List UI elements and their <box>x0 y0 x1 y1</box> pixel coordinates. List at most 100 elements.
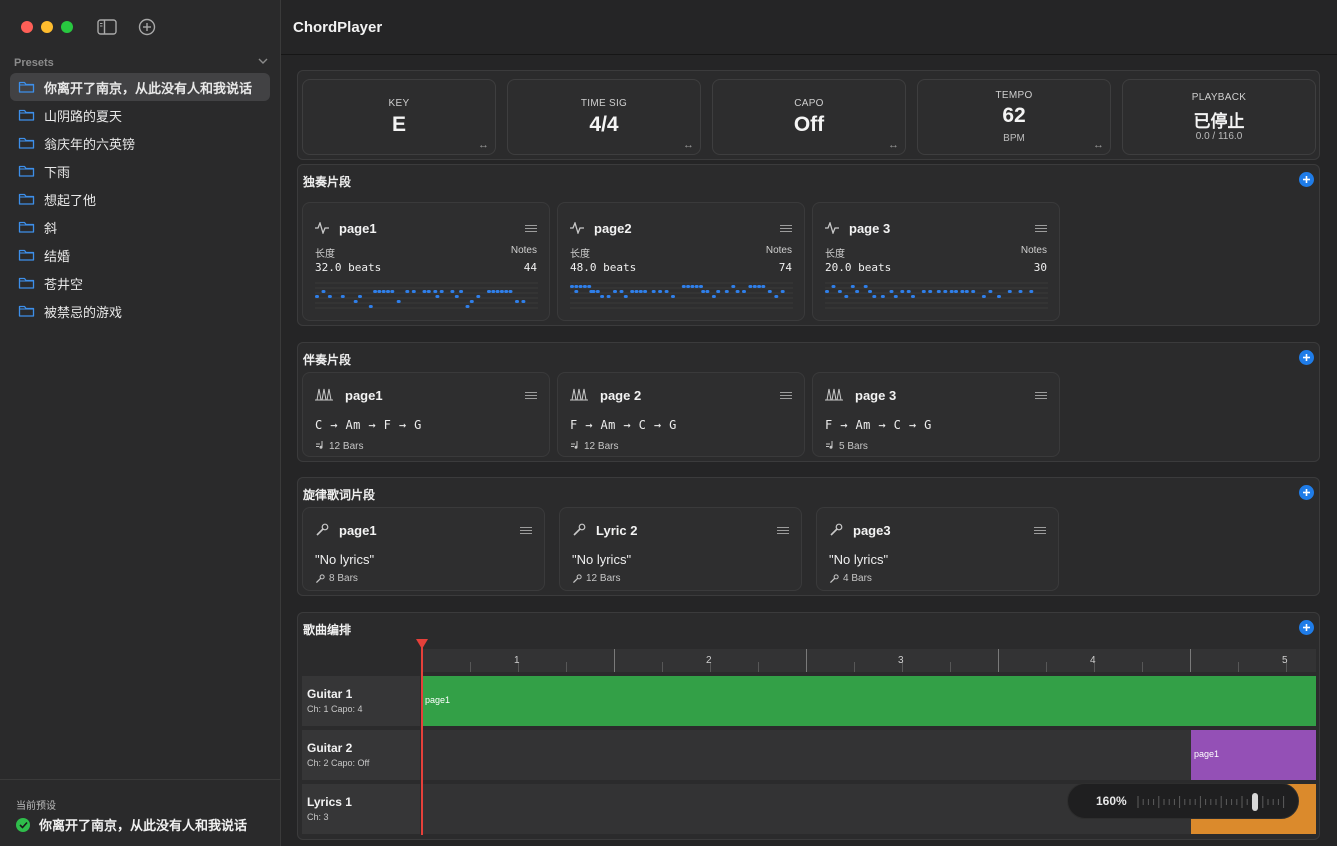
solo-clip-note-count: 74 <box>778 261 792 274</box>
track-header[interactable]: Guitar 2 Ch: 2 Capo: Off <box>302 730 420 780</box>
preset-item-label: 被禁忌的游戏 <box>44 304 123 320</box>
resize-icon[interactable]: ↔ <box>1093 139 1104 151</box>
drag-handle-icon[interactable] <box>1034 527 1046 536</box>
preset-item[interactable]: 斜 <box>10 213 270 241</box>
preset-item[interactable]: 你离开了南京，从此没有人和我说话 <box>10 73 270 101</box>
note-mark <box>850 285 855 288</box>
ruler-beat-tick <box>662 662 663 672</box>
solo-clip-card[interactable]: page 3 长度 Notes 20.0 beats 30 <box>812 202 1060 321</box>
capo-card[interactable]: CAPO Off ↔ <box>712 79 906 155</box>
drag-handle-icon[interactable] <box>525 392 537 401</box>
presets-section-header[interactable]: Presets <box>14 57 270 71</box>
zoom-window-button[interactable] <box>61 21 73 33</box>
note-mark <box>724 290 729 293</box>
drag-handle-icon[interactable] <box>525 225 537 234</box>
key-card[interactable]: KEY E ↔ <box>302 79 496 155</box>
solo-clip-name: page2 <box>594 221 632 236</box>
note-mark <box>459 290 464 293</box>
accompaniment-clip-card[interactable]: page 3 F → Am → C → G 5 Bars <box>812 372 1060 457</box>
waveform-icon <box>315 221 329 239</box>
note-mark <box>405 290 410 293</box>
melody-clip-card[interactable]: page3 "No lyrics" 4 Bars <box>816 507 1059 591</box>
chevron-down-icon[interactable] <box>258 56 268 68</box>
drag-handle-icon[interactable] <box>780 392 792 401</box>
time-sig-card[interactable]: TIME SIG 4/4 ↔ <box>507 79 701 155</box>
guitar-icon <box>315 387 333 406</box>
zoom-control[interactable]: 160% <box>1067 783 1299 819</box>
zoom-slider[interactable] <box>1136 792 1288 812</box>
add-melody-button[interactable] <box>1299 485 1314 500</box>
preset-item[interactable]: 被禁忌的游戏 <box>10 297 270 325</box>
drag-handle-icon[interactable] <box>1035 392 1047 401</box>
tempo-card[interactable]: TEMPO 62 BPM ↔ <box>917 79 1111 155</box>
note-mark <box>450 290 455 293</box>
ruler-bar-line <box>806 649 807 672</box>
preset-item[interactable]: 结婚 <box>10 241 270 269</box>
arrangement-clip-block[interactable]: page1 <box>1191 730 1316 780</box>
track-lane[interactable]: page1 <box>422 730 1316 780</box>
timeline-ruler[interactable]: 1 2 3 4 5 <box>422 649 1316 672</box>
playhead-marker-icon[interactable] <box>416 639 428 649</box>
note-mark <box>495 290 500 293</box>
note-preview <box>825 282 1048 309</box>
preset-item[interactable]: 下雨 <box>10 157 270 185</box>
preset-item[interactable]: 想起了他 <box>10 185 270 213</box>
track-name: Lyrics 1 <box>307 795 352 809</box>
minimize-window-button[interactable] <box>41 21 53 33</box>
drag-handle-icon[interactable] <box>1035 225 1047 234</box>
note-mark <box>574 285 579 288</box>
note-mark <box>521 300 526 303</box>
preset-item[interactable]: 翁庆年的六英镑 <box>10 129 270 157</box>
note-mark <box>1029 290 1034 293</box>
preset-item[interactable]: 苍井空 <box>10 269 270 297</box>
note-mark <box>690 285 695 288</box>
bar-count-label: 5 Bars <box>839 440 868 452</box>
track-header[interactable]: Guitar 1 Ch: 1 Capo: 4 <box>302 676 420 726</box>
add-track-button[interactable] <box>1299 620 1314 635</box>
preset-list: 你离开了南京，从此没有人和我说话 山阴路的夏天 翁庆年的六英镑 下雨 想起了他斜结婚 苍井… <box>10 73 270 325</box>
music-note-icon <box>315 440 325 452</box>
note-mark <box>623 295 628 298</box>
note-mark <box>591 290 596 293</box>
note-mark <box>340 295 345 298</box>
note-mark <box>960 290 965 293</box>
playhead[interactable] <box>421 639 423 835</box>
add-solo-button[interactable] <box>1299 172 1314 187</box>
note-mark <box>368 305 373 308</box>
note-mark <box>315 295 319 298</box>
track-header[interactable]: Lyrics 1 Ch: 3 <box>302 784 420 834</box>
close-window-button[interactable] <box>21 21 33 33</box>
melody-clip-card[interactable]: Lyric 2 "No lyrics" 12 Bars <box>559 507 802 591</box>
melody-clip-card[interactable]: page1 "No lyrics" 8 Bars <box>302 507 545 591</box>
note-mark <box>613 290 617 293</box>
drag-handle-icon[interactable] <box>520 527 532 536</box>
track-info: Ch: 3 <box>307 812 329 822</box>
ruler-bar-line <box>998 649 999 672</box>
drag-handle-icon[interactable] <box>777 527 789 536</box>
preset-item[interactable]: 山阴路的夏天 <box>10 101 270 129</box>
solo-clip-card[interactable]: page2 长度 Notes 48.0 beats 74 <box>557 202 805 321</box>
zoom-slider-knob[interactable] <box>1252 793 1258 811</box>
presets-title: Presets <box>14 57 54 69</box>
sidebar-toggle-icon[interactable] <box>97 18 117 41</box>
microphone-icon <box>829 523 843 542</box>
resize-icon[interactable]: ↔ <box>683 139 694 151</box>
add-preset-icon[interactable] <box>138 18 156 41</box>
folder-icon <box>18 192 35 206</box>
drag-handle-icon[interactable] <box>780 225 792 234</box>
note-mark <box>381 290 386 293</box>
track-lane[interactable]: page1 <box>422 676 1316 726</box>
clip-block-label: page1 <box>425 695 451 705</box>
playback-card[interactable]: PLAYBACK 已停止 0.0 / 116.0 <box>1122 79 1316 155</box>
resize-icon[interactable]: ↔ <box>888 139 899 151</box>
accompaniment-clip-card[interactable]: page 2 F → Am → C → G 12 Bars <box>557 372 805 457</box>
ruler-bar-number: 4 <box>1090 655 1096 666</box>
arrangement-clip-block[interactable]: page1 <box>422 676 1316 726</box>
note-mark <box>988 290 993 293</box>
solo-clip-card[interactable]: page1 长度 Notes 32.0 beats 44 <box>302 202 550 321</box>
accompaniment-clip-card[interactable]: page1 C → Am → F → G 12 Bars <box>302 372 550 457</box>
folder-icon <box>18 304 35 318</box>
resize-icon[interactable]: ↔ <box>478 139 489 151</box>
note-mark <box>411 290 416 293</box>
add-accompaniment-button[interactable] <box>1299 350 1314 365</box>
